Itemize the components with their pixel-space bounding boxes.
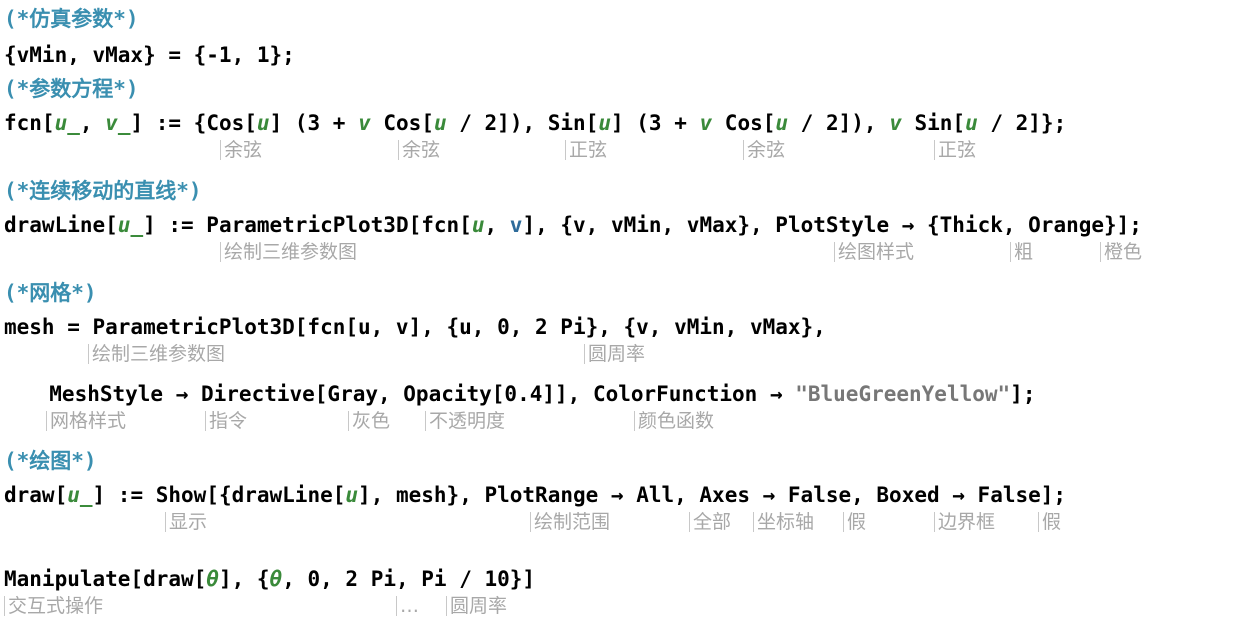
hint-cos: 余弦 bbox=[220, 139, 262, 161]
hint-boxed: 边界框 bbox=[934, 511, 995, 533]
draw-tail: ], mesh}, PlotRange → All, Axes → False,… bbox=[358, 483, 1067, 507]
var-u: u bbox=[433, 111, 447, 135]
hint-show: 显示 bbox=[165, 511, 207, 533]
code-drawline-definition[interactable]: drawLine[u_] := ParametricPlot3D[fcn[u, … bbox=[4, 212, 1142, 238]
hint-all: 全部 bbox=[689, 511, 731, 533]
code-mesh-line1[interactable]: mesh = ParametricPlot3D[fcn[u, v], {u, 0… bbox=[4, 314, 826, 340]
var-v: v bbox=[699, 111, 713, 135]
code-draw-definition[interactable]: draw[u_] := Show[{drawLine[u], mesh}, Pl… bbox=[4, 482, 1066, 508]
var-v: v bbox=[889, 111, 902, 135]
code-fcn-definition[interactable]: fcn[u_, v_] := {Cos[u] (3 + v Cos[u / 2]… bbox=[4, 110, 1066, 136]
hint-manipulate: 交互式操作 bbox=[4, 595, 103, 617]
var-u: u bbox=[598, 111, 611, 135]
fcn-f: / 2]}; bbox=[977, 111, 1067, 135]
var-v: v bbox=[358, 111, 371, 135]
comment-param-eq: (*参数方程*) bbox=[4, 77, 139, 101]
hint-cos: 余弦 bbox=[743, 139, 785, 161]
var-u: u bbox=[965, 111, 978, 135]
draw-mid: ] := Show[{drawLine[ bbox=[92, 483, 346, 507]
pattern-u: u_ bbox=[67, 483, 93, 507]
drawline-head: drawLine[ bbox=[4, 213, 118, 237]
hint-ellipsis: … bbox=[396, 595, 419, 617]
fcn-e: Sin[ bbox=[901, 111, 966, 135]
fcn-c: / 2]), Sin[ bbox=[446, 111, 599, 135]
comment-sim-params: (*仿真参数*) bbox=[4, 7, 139, 31]
manipulate-tail: , 0, 2 Pi, Pi / 10}] bbox=[282, 567, 536, 591]
drawline-mid: ] := ParametricPlot3D[fcn[ bbox=[143, 213, 472, 237]
fcn-head: fcn[ bbox=[4, 111, 55, 135]
manipulate-mid: ], { bbox=[218, 567, 270, 591]
var-u: u bbox=[256, 111, 270, 135]
pattern-u: u_ bbox=[117, 213, 144, 237]
var-theta: θ bbox=[206, 567, 219, 591]
hint-directive: 指令 bbox=[205, 410, 247, 432]
hint-axes: 坐标轴 bbox=[753, 511, 814, 533]
manipulate-head: Manipulate[draw[ bbox=[4, 567, 207, 591]
hint-plotstyle: 绘图样式 bbox=[834, 241, 914, 263]
hint-plotrange: 绘制范围 bbox=[530, 511, 610, 533]
comma: , bbox=[484, 213, 510, 237]
fcn-a: ] (3 + bbox=[610, 111, 700, 135]
hint-false: 假 bbox=[1038, 511, 1061, 533]
comma: , bbox=[79, 111, 106, 135]
hint-thick: 粗 bbox=[1010, 241, 1033, 263]
hint-meshstyle: 网格样式 bbox=[46, 410, 126, 432]
mesh-line2-end: ]; bbox=[1010, 382, 1036, 406]
var-u: u bbox=[471, 213, 485, 237]
hint-pi: 圆周率 bbox=[584, 343, 645, 365]
comment-moving-line: (*连续移动的直线*) bbox=[4, 179, 202, 203]
meshstyle-code: MeshStyle → Directive[Gray, Opacity[0.4]… bbox=[24, 382, 796, 406]
fcn-b: Cos[ bbox=[712, 111, 776, 135]
hint-cos: 余弦 bbox=[398, 139, 440, 161]
fcn-d: / 2]), bbox=[788, 111, 890, 135]
comment-plot: (*绘图*) bbox=[4, 449, 97, 473]
var-u: u bbox=[345, 483, 359, 507]
draw-head: draw[ bbox=[4, 483, 68, 507]
fcn-def: ] := {Cos[ bbox=[130, 111, 257, 135]
pattern-v: v_ bbox=[105, 111, 131, 135]
hint-gray: 灰色 bbox=[348, 410, 390, 432]
drawline-tail: ], {v, vMin, vMax}, PlotStyle → {Thick, … bbox=[522, 213, 1142, 237]
code-vmin-vmax[interactable]: {vMin, vMax} = {-1, 1}; bbox=[4, 42, 295, 68]
code-mesh-line2[interactable]: MeshStyle → Directive[Gray, Opacity[0.4]… bbox=[24, 381, 1035, 407]
hint-colorfunction: 颜色函数 bbox=[634, 410, 714, 432]
hint-parametricplot3d: 绘制三维参数图 bbox=[220, 241, 357, 263]
fcn-b: Cos[ bbox=[370, 111, 434, 135]
hint-parametricplot3d: 绘制三维参数图 bbox=[88, 343, 225, 365]
hint-orange: 橙色 bbox=[1100, 241, 1142, 263]
hint-false: 假 bbox=[843, 511, 866, 533]
code-manipulate[interactable]: Manipulate[draw[θ], {θ, 0, 2 Pi, Pi / 10… bbox=[4, 566, 535, 592]
hint-sin: 正弦 bbox=[934, 139, 976, 161]
colorfunction-string: "BlueGreenYellow" bbox=[795, 382, 1011, 406]
var-theta: θ bbox=[269, 567, 283, 591]
pattern-u: u_ bbox=[54, 111, 80, 135]
var-v: v bbox=[509, 213, 523, 237]
comment-mesh: (*网格*) bbox=[4, 281, 97, 305]
hint-opacity: 不透明度 bbox=[425, 410, 505, 432]
fcn-a: ] (3 + bbox=[269, 111, 359, 135]
hint-sin: 正弦 bbox=[565, 139, 607, 161]
hint-pi: 圆周率 bbox=[446, 595, 507, 617]
var-u: u bbox=[775, 111, 789, 135]
